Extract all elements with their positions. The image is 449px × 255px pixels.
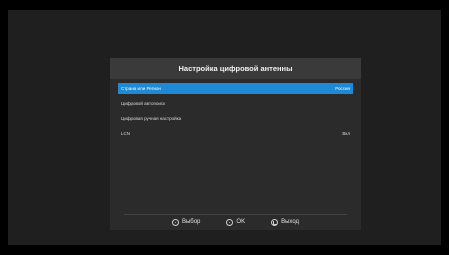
menu-item-value: Вкл	[342, 131, 350, 136]
footer-divider	[124, 214, 347, 215]
digital-antenna-settings-dialog: Настройка цифровой антенны Страна или Ре…	[110, 58, 361, 230]
exit-hint[interactable]: Выход	[271, 218, 300, 226]
menu-item-label: Цифровая ручная настройка	[121, 116, 182, 121]
ok-hint[interactable]: OK	[226, 218, 246, 226]
ok-hint-label: OK	[236, 219, 246, 225]
menu-item-country-region[interactable]: Страна или Регион Россия	[118, 83, 353, 94]
menu-item-lcn[interactable]: LCN Вкл	[118, 128, 353, 139]
menu-item-label: Цифровой автопоиск	[121, 101, 166, 106]
settings-menu: Страна или Регион Россия Цифровой автопо…	[118, 83, 353, 143]
dialog-title: Настройка цифровой антенны	[110, 58, 361, 79]
select-hint-label: Выбор	[181, 219, 201, 225]
select-hint[interactable]: Выбор	[171, 218, 201, 226]
navigation-dial-icon	[171, 218, 179, 226]
menu-item-label: Страна или Регион	[121, 86, 161, 91]
tv-screen: Настройка цифровой антенны Страна или Ре…	[8, 10, 441, 245]
exit-hint-label: Выход	[281, 219, 300, 225]
menu-item-digital-manual-tuning[interactable]: Цифровая ручная настройка	[118, 113, 353, 124]
ok-button-icon	[226, 218, 234, 226]
button-hints-bar: Выбор OK Выход	[110, 216, 361, 228]
menu-item-digital-autosearch[interactable]: Цифровой автопоиск	[118, 98, 353, 109]
menu-item-label: LCN	[121, 131, 131, 136]
menu-item-value: Россия	[335, 86, 350, 91]
back-icon	[271, 218, 279, 226]
